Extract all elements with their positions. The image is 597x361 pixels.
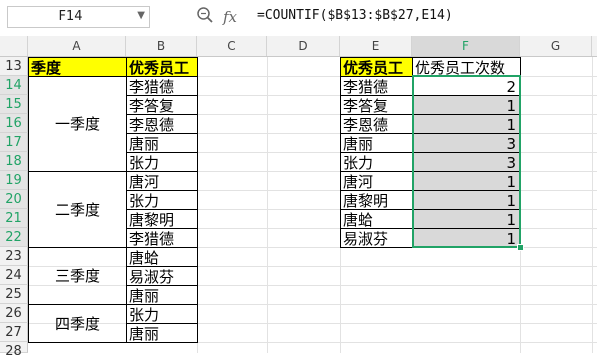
count-cell[interactable]: 3 [412, 133, 521, 153]
count-cell[interactable]: 1 [412, 228, 521, 248]
name-cell[interactable]: 张力 [340, 152, 413, 172]
employee-cell[interactable]: 张力 [126, 304, 198, 324]
row-header-15[interactable]: 15 [0, 95, 28, 114]
row-header-27[interactable]: 27 [0, 323, 28, 342]
row-header-20[interactable]: 20 [0, 190, 28, 209]
col-header-e[interactable]: E [340, 36, 412, 56]
fill-handle[interactable] [517, 244, 524, 251]
employee-cell[interactable]: 唐黎明 [126, 209, 198, 229]
employee-cell[interactable]: 唐蛤 [126, 247, 198, 267]
col-header-b[interactable]: B [126, 36, 197, 56]
header-count[interactable]: 优秀员工次数 [412, 57, 521, 77]
row-header-16[interactable]: 16 [0, 114, 28, 133]
header-employee-right[interactable]: 优秀员工 [340, 57, 413, 77]
name-cell[interactable]: 李恩德 [340, 114, 413, 134]
row-header-28[interactable]: 28 [0, 342, 28, 359]
name-cell[interactable]: 唐河 [340, 171, 413, 191]
employee-cell[interactable]: 张力 [126, 190, 198, 210]
employee-cell[interactable]: 李恩德 [126, 114, 198, 134]
employee-cell[interactable]: 张力 [126, 152, 198, 172]
col-header-g[interactable]: G [520, 36, 592, 56]
row-header-25[interactable]: 25 [0, 285, 28, 304]
select-all-corner[interactable] [0, 36, 28, 56]
chevron-down-icon[interactable]: ▼ [137, 10, 145, 21]
employee-cell[interactable]: 唐丽 [126, 285, 198, 305]
gridline [267, 57, 268, 353]
name-cell[interactable]: 李答复 [340, 95, 413, 115]
name-cell[interactable]: 易淑芬 [340, 228, 413, 248]
row-header-14[interactable]: 14 [0, 76, 28, 95]
row-header-17[interactable]: 17 [0, 133, 28, 152]
column-headers: A B C D E F G [0, 36, 597, 57]
row-header-18[interactable]: 18 [0, 152, 28, 171]
col-header-d[interactable]: D [267, 36, 340, 56]
name-cell[interactable]: 李猎德 [340, 76, 413, 96]
employee-cell[interactable]: 唐丽 [126, 133, 198, 153]
count-cell[interactable]: 1 [412, 190, 521, 210]
employee-cell[interactable]: 李猎德 [126, 76, 198, 96]
quarter-cell[interactable]: 一季度 [28, 76, 127, 172]
count-cell[interactable]: 1 [412, 171, 521, 191]
name-box-value: F14 [58, 9, 83, 24]
col-header-f[interactable]: F [412, 36, 520, 56]
row-header-22[interactable]: 22 [0, 228, 28, 247]
count-cell[interactable]: 3 [412, 152, 521, 172]
zoom-icon[interactable] [195, 6, 215, 28]
employee-cell[interactable]: 唐河 [126, 171, 198, 191]
row-header-21[interactable]: 21 [0, 209, 28, 228]
count-cell[interactable]: 1 [412, 95, 521, 115]
name-box[interactable]: F14 ▼ [7, 6, 150, 28]
name-cell[interactable]: 唐黎明 [340, 190, 413, 210]
employee-cell[interactable]: 李答复 [126, 95, 198, 115]
header-quarter[interactable]: 季度 [28, 57, 127, 77]
quarter-cell[interactable]: 三季度 [28, 247, 127, 305]
employee-cell[interactable]: 易淑芬 [126, 266, 198, 286]
row-header-26[interactable]: 26 [0, 304, 28, 323]
name-cell[interactable]: 唐蛤 [340, 209, 413, 229]
quarter-cell[interactable]: 二季度 [28, 171, 127, 248]
formula-bar: F14 ▼ fx =COUNTIF($B$13:$B$27,E14) [0, 0, 597, 37]
col-header-a[interactable]: A [28, 36, 126, 56]
employee-cell[interactable]: 唐丽 [126, 323, 198, 343]
count-cell[interactable]: 1 [412, 209, 521, 229]
row-header-19[interactable]: 19 [0, 171, 28, 190]
row-header-23[interactable]: 23 [0, 247, 28, 266]
row-header-24[interactable]: 24 [0, 266, 28, 285]
header-employee[interactable]: 优秀员工 [126, 57, 198, 77]
count-cell-active[interactable]: 2 [412, 76, 521, 96]
employee-cell[interactable]: 李猎德 [126, 228, 198, 248]
formula-input[interactable]: =COUNTIF($B$13:$B$27,E14) [257, 8, 453, 23]
quarter-cell[interactable]: 四季度 [28, 304, 127, 343]
fx-button[interactable]: fx [220, 6, 240, 28]
row-header-13[interactable]: 13 [0, 57, 28, 76]
col-header-c[interactable]: C [197, 36, 267, 56]
gridline [592, 57, 593, 353]
name-cell[interactable]: 唐丽 [340, 133, 413, 153]
count-cell[interactable]: 1 [412, 114, 521, 134]
